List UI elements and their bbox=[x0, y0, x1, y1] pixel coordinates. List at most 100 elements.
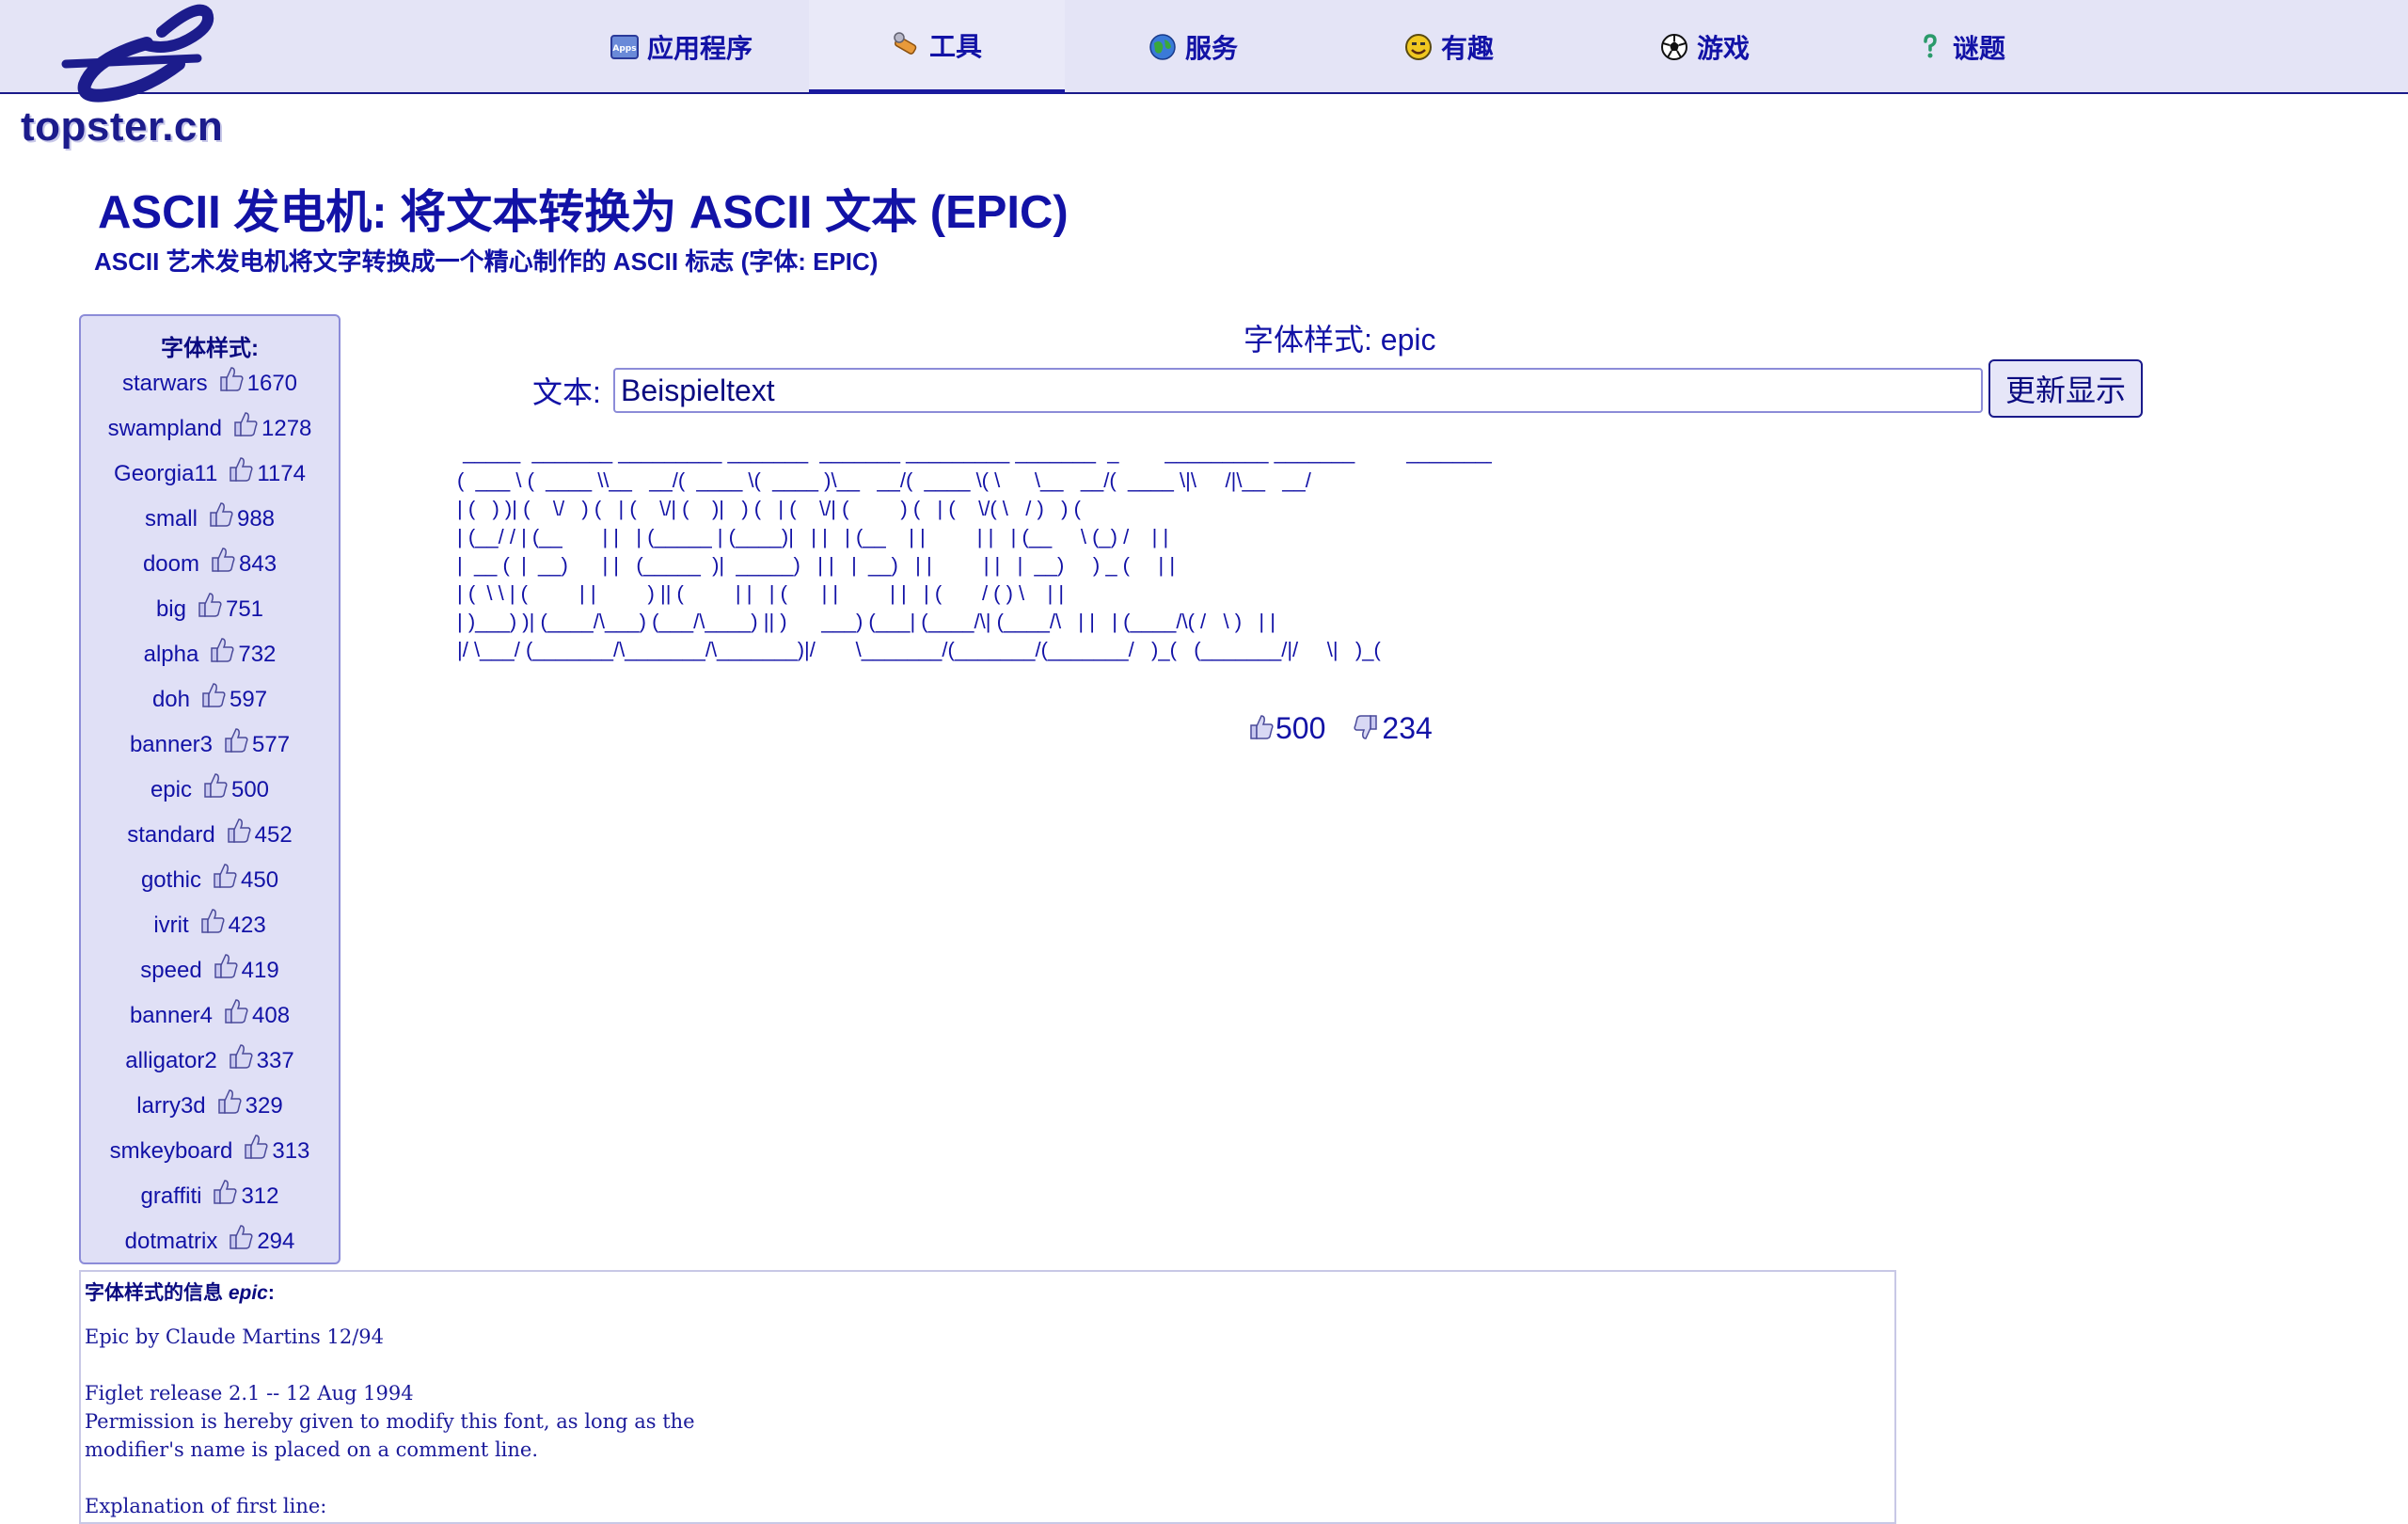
vote-down-button[interactable]: 234 bbox=[1352, 711, 1433, 746]
thumbs-up-icon bbox=[1245, 712, 1275, 742]
font-style-name[interactable]: gothic bbox=[141, 867, 201, 894]
font-style-name[interactable]: doom bbox=[143, 551, 199, 578]
font-style-name[interactable]: swampland bbox=[108, 416, 222, 442]
font-style-item[interactable]: alligator2 337 bbox=[81, 1039, 339, 1084]
font-style-name[interactable]: standard bbox=[127, 822, 214, 849]
font-style-name[interactable]: big bbox=[156, 596, 186, 623]
thumbs-up-icon bbox=[220, 725, 250, 755]
font-info-box: 字体样式的信息 epic: Epic by Claude Martins 12/… bbox=[79, 1270, 1896, 1524]
font-style-item[interactable]: starwars 1670 bbox=[81, 361, 339, 406]
thumbs-up-icon bbox=[199, 770, 230, 801]
font-info-text: Epic by Claude Martins 12/94 Figlet rele… bbox=[85, 1326, 695, 1517]
font-style-name[interactable]: banner3 bbox=[130, 732, 213, 758]
font-style-vote-count: 843 bbox=[239, 551, 277, 577]
font-style-item[interactable]: big 751 bbox=[81, 587, 339, 632]
font-style-name[interactable]: banner4 bbox=[130, 1003, 213, 1029]
nav-item-apps[interactable]: Apps 应用程序 bbox=[553, 0, 809, 94]
font-style-vote-count: 419 bbox=[241, 958, 279, 983]
font-style-item[interactable]: smkeyboard 313 bbox=[81, 1129, 339, 1174]
font-style-item[interactable]: epic 500 bbox=[81, 768, 339, 813]
font-info-title-suffix: : bbox=[267, 1282, 275, 1304]
font-style-name[interactable]: epic bbox=[150, 777, 192, 803]
thumbs-up-icon bbox=[215, 364, 246, 394]
font-style-vote-count: 423 bbox=[228, 913, 266, 938]
font-style-name[interactable]: speed bbox=[140, 958, 201, 984]
font-style-sidebar: 字体样式: starwars 1670 swampland 1278 Georg… bbox=[79, 314, 341, 1264]
thumbs-up-icon bbox=[206, 635, 236, 665]
globe-icon bbox=[1148, 32, 1178, 62]
nav-item-label: 服务 bbox=[1184, 34, 1238, 63]
nav-item-label: 游戏 bbox=[1696, 34, 1750, 63]
vote-up-button[interactable]: 500 bbox=[1245, 711, 1325, 746]
font-style-vote-count: 1670 bbox=[246, 371, 298, 396]
font-style-vote-count: 329 bbox=[245, 1093, 283, 1119]
font-style-item[interactable]: banner4 408 bbox=[81, 993, 339, 1039]
font-style-vote-count: 312 bbox=[241, 1183, 279, 1209]
soccer-ball-icon bbox=[1659, 32, 1689, 62]
logo-mark-icon bbox=[61, 4, 214, 103]
font-style-name[interactable]: dotmatrix bbox=[125, 1229, 218, 1255]
thumbs-up-icon bbox=[207, 545, 237, 575]
font-style-vote-count: 1174 bbox=[257, 461, 306, 486]
ascii-art-output: _____ _______ _________ _______ _______ … bbox=[457, 440, 1492, 661]
nav-item-services[interactable]: 服务 bbox=[1065, 0, 1321, 94]
apps-icon: Apps bbox=[610, 32, 640, 62]
text-input[interactable] bbox=[613, 368, 1983, 413]
update-display-button[interactable]: 更新显示 bbox=[1988, 359, 2143, 418]
font-style-vote-count: 732 bbox=[238, 642, 277, 667]
font-style-name[interactable]: alligator2 bbox=[125, 1048, 216, 1074]
font-style-item[interactable]: swampland 1278 bbox=[81, 406, 339, 452]
thumbs-up-icon bbox=[230, 409, 260, 439]
font-style-list: starwars 1670 swampland 1278 Georgia11 1… bbox=[81, 361, 339, 1264]
font-style-item[interactable]: doom 843 bbox=[81, 542, 339, 587]
nav-item-label: 应用程序 bbox=[646, 34, 752, 63]
font-style-name[interactable]: alpha bbox=[144, 642, 199, 668]
thumbs-up-icon bbox=[225, 1222, 255, 1252]
font-style-item[interactable]: banner3 577 bbox=[81, 722, 339, 768]
nav-item-label: 工具 bbox=[928, 31, 982, 61]
font-style-name[interactable]: small bbox=[145, 506, 198, 532]
font-style-name[interactable]: larry3d bbox=[136, 1093, 205, 1119]
puzzle-icon bbox=[1915, 32, 1945, 62]
thumbs-up-icon bbox=[197, 906, 227, 936]
font-style-item[interactable]: dotmatrix 294 bbox=[81, 1219, 339, 1264]
font-style-name[interactable]: Georgia11 bbox=[114, 461, 217, 487]
font-style-item[interactable]: ivrit 423 bbox=[81, 903, 339, 948]
font-style-name[interactable]: graffiti bbox=[141, 1183, 202, 1210]
nav-item-puzzles[interactable]: 谜题 bbox=[1832, 0, 2088, 94]
font-style-vote-count: 597 bbox=[230, 687, 268, 712]
vote-down-count: 234 bbox=[1382, 711, 1433, 745]
font-style-vote-count: 500 bbox=[230, 777, 270, 802]
sidebar-title: 字体样式: bbox=[161, 336, 259, 361]
font-style-name[interactable]: starwars bbox=[122, 371, 208, 397]
thumbs-up-icon bbox=[220, 996, 250, 1026]
font-style-vote-count: 313 bbox=[272, 1138, 310, 1164]
font-style-item[interactable]: doh 597 bbox=[81, 677, 339, 722]
font-style-name[interactable]: ivrit bbox=[153, 913, 188, 939]
font-style-item[interactable]: Georgia11 1174 bbox=[81, 452, 339, 497]
page-title: ASCII 发电机: 将文本转换为 ASCII 文本 (EPIC) bbox=[98, 187, 1069, 238]
font-style-name[interactable]: doh bbox=[152, 687, 190, 713]
nav-item-tools[interactable]: 工具 bbox=[809, 0, 1065, 94]
smiley-icon bbox=[1403, 32, 1434, 62]
nav-item-label: 有趣 bbox=[1440, 34, 1494, 63]
site-logo[interactable]: topster.cn bbox=[19, 2, 245, 152]
page-subtitle: ASCII 艺术发电机将文字转换成一个精心制作的 ASCII 标志 (字体: E… bbox=[94, 247, 879, 276]
font-style-item[interactable]: alpha 732 bbox=[81, 632, 339, 677]
current-font-label: 字体样式: epic bbox=[1244, 323, 1436, 357]
font-style-vote-count: 751 bbox=[225, 596, 264, 622]
font-style-vote-count: 294 bbox=[257, 1229, 295, 1254]
font-style-item[interactable]: speed 419 bbox=[81, 948, 339, 993]
thumbs-up-icon bbox=[240, 1132, 270, 1162]
font-style-item[interactable]: small 988 bbox=[81, 497, 339, 542]
nav-item-fun[interactable]: 有趣 bbox=[1321, 0, 1576, 94]
font-style-name[interactable]: smkeyboard bbox=[110, 1138, 233, 1165]
nav-item-games[interactable]: 游戏 bbox=[1576, 0, 1832, 94]
font-style-item[interactable]: gothic 450 bbox=[81, 858, 339, 903]
text-input-label: 文本: bbox=[532, 375, 601, 409]
font-style-vote-count: 988 bbox=[236, 506, 276, 532]
font-style-vote-count: 1278 bbox=[261, 416, 312, 441]
font-style-item[interactable]: graffiti 312 bbox=[81, 1174, 339, 1219]
font-style-item[interactable]: larry3d 329 bbox=[81, 1084, 339, 1129]
font-style-item[interactable]: standard 452 bbox=[81, 813, 339, 858]
